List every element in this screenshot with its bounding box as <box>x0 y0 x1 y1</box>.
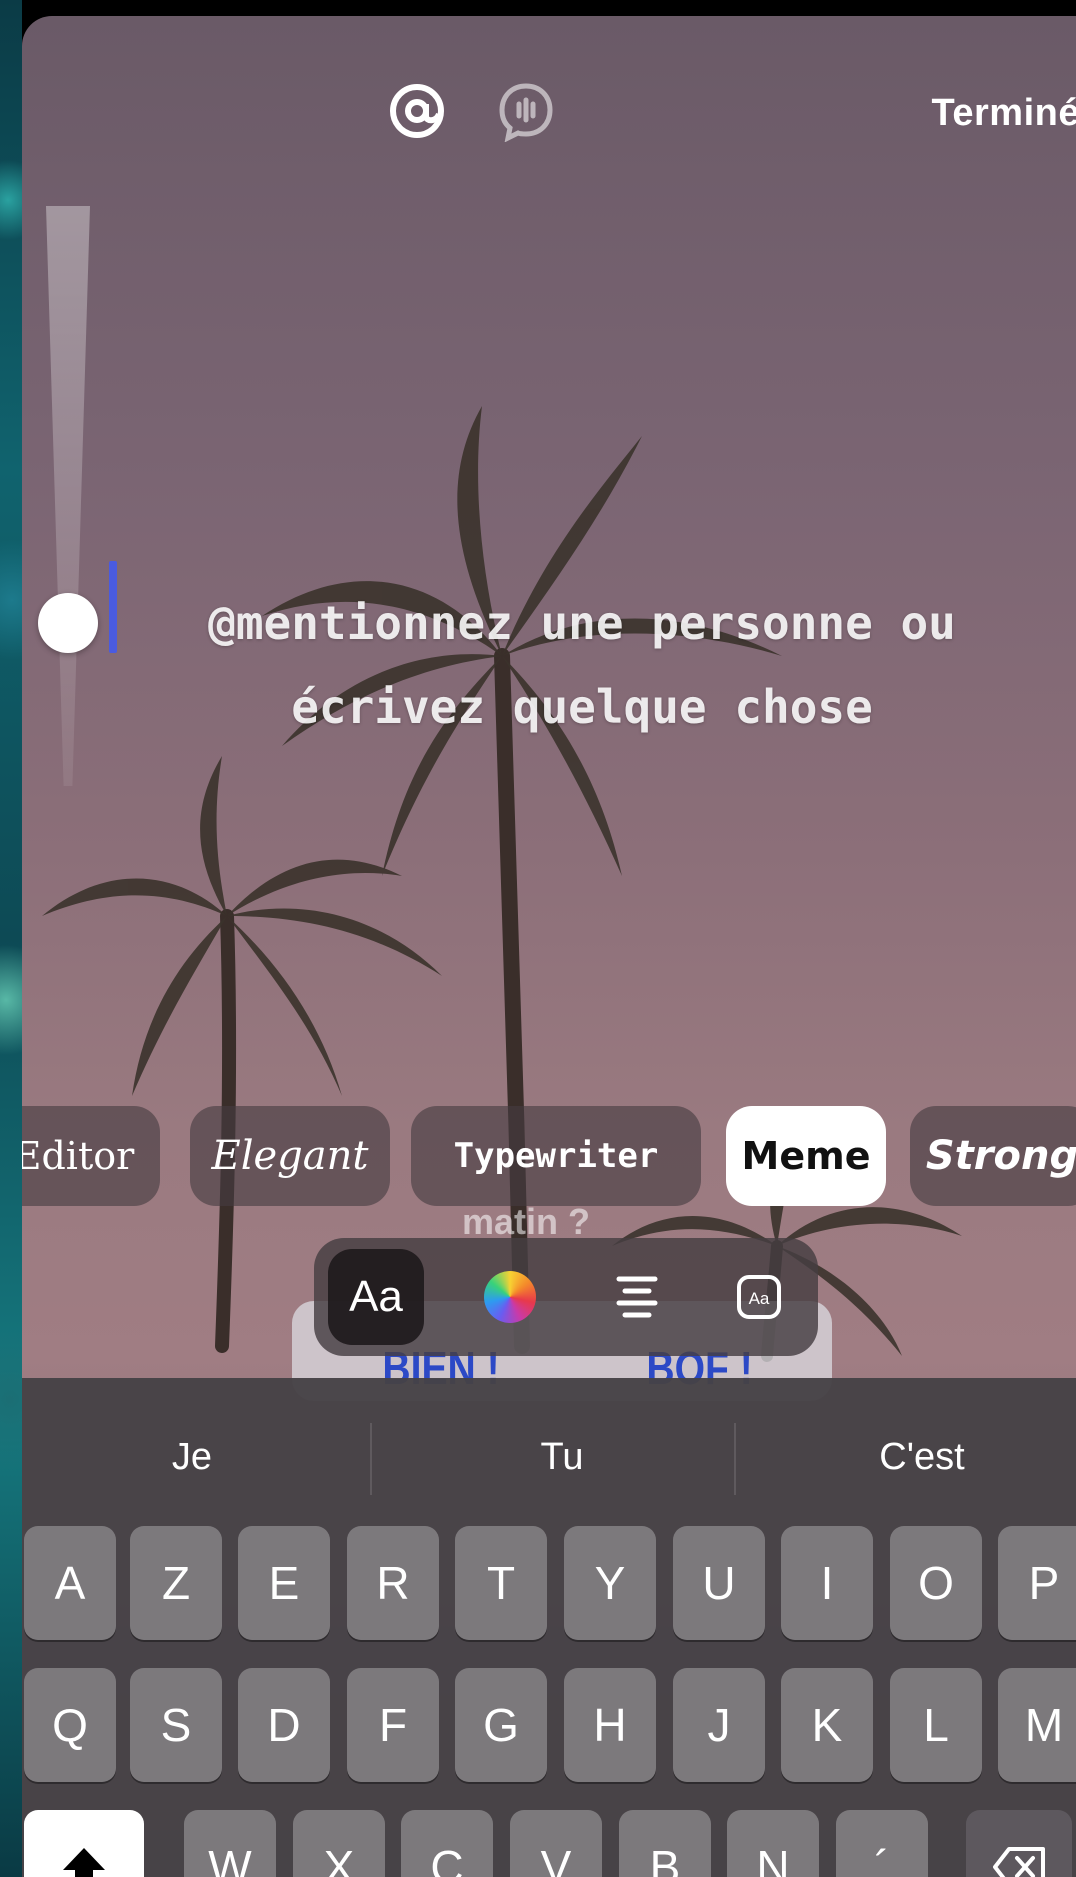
placeholder-line-1: @mentionnez une personne ou <box>208 596 956 650</box>
key-x[interactable]: X <box>293 1810 385 1877</box>
key-m[interactable]: M <box>998 1668 1076 1782</box>
suggestion-divider <box>370 1423 372 1495</box>
delete-key[interactable] <box>966 1810 1072 1877</box>
caption-text-input[interactable]: @mentionnez une personne ou écrivez quel… <box>122 581 1042 749</box>
suggestion-1[interactable]: Je <box>42 1436 342 1479</box>
key-j[interactable]: J <box>673 1668 765 1782</box>
key-g[interactable]: G <box>455 1668 547 1782</box>
font-style-typewriter[interactable]: Typewriter <box>411 1106 701 1206</box>
font-style-strong[interactable]: Strong <box>910 1106 1076 1206</box>
suggestion-3[interactable]: C'est <box>772 1436 1072 1479</box>
audio-bubble-icon <box>499 83 553 142</box>
audio-button[interactable] <box>491 76 561 146</box>
done-button[interactable]: Terminé <box>931 92 1076 135</box>
key-e[interactable]: E <box>238 1526 330 1640</box>
key-p[interactable]: P <box>998 1526 1076 1640</box>
key-a[interactable]: A <box>24 1526 116 1640</box>
key-o[interactable]: O <box>890 1526 982 1640</box>
text-size-slider-knob[interactable] <box>38 593 98 653</box>
shift-arrow-icon <box>63 1848 105 1877</box>
key-z[interactable]: Z <box>130 1526 222 1640</box>
shift-key[interactable] <box>24 1810 144 1877</box>
story-editor-screen: Terminé @mentionnez une personne ou écri… <box>22 16 1076 1877</box>
key-v[interactable]: V <box>510 1810 602 1877</box>
mention-button[interactable] <box>382 76 452 146</box>
key-q[interactable]: Q <box>24 1668 116 1782</box>
text-format-toolbar: Aa Aa <box>314 1238 818 1356</box>
text-cursor <box>109 561 117 653</box>
text-background-icon: Aa <box>737 1275 781 1319</box>
poll-question-text: matin ? <box>462 1201 591 1242</box>
key-n[interactable]: N <box>727 1810 819 1877</box>
align-center-icon <box>616 1276 658 1318</box>
key-b[interactable]: B <box>619 1810 711 1877</box>
keyboard: Je Tu C'est A Z E R T Y U I O P Q S D F … <box>22 1378 1076 1877</box>
key-accent[interactable]: ´ <box>836 1810 928 1877</box>
suggestion-2[interactable]: Tu <box>412 1436 712 1479</box>
key-c[interactable]: C <box>401 1810 493 1877</box>
key-i[interactable]: I <box>781 1526 873 1640</box>
at-sign-icon <box>390 84 444 138</box>
key-r[interactable]: R <box>347 1526 439 1640</box>
key-d[interactable]: D <box>238 1668 330 1782</box>
key-s[interactable]: S <box>130 1668 222 1782</box>
key-k[interactable]: K <box>781 1668 873 1782</box>
svg-text:Aa: Aa <box>749 1289 770 1308</box>
key-t[interactable]: T <box>455 1526 547 1640</box>
color-wheel-icon <box>484 1271 536 1323</box>
key-y[interactable]: Y <box>564 1526 656 1640</box>
text-align-button[interactable] <box>589 1249 685 1345</box>
suggestion-divider <box>734 1423 736 1495</box>
font-style-meme[interactable]: Meme <box>726 1106 886 1206</box>
key-l[interactable]: L <box>890 1668 982 1782</box>
font-style-editor[interactable]: Editor <box>22 1106 160 1206</box>
key-w[interactable]: W <box>184 1810 276 1877</box>
key-u[interactable]: U <box>673 1526 765 1640</box>
font-style-elegant[interactable]: Elegant <box>190 1106 390 1206</box>
background-app-strip <box>0 0 22 1877</box>
text-background-button[interactable]: Aa <box>711 1249 807 1345</box>
key-f[interactable]: F <box>347 1668 439 1782</box>
text-color-button[interactable] <box>462 1249 558 1345</box>
font-style-toggle-button[interactable]: Aa <box>328 1249 424 1345</box>
key-h[interactable]: H <box>564 1668 656 1782</box>
backspace-icon <box>993 1847 1045 1877</box>
placeholder-line-2: écrivez quelque chose <box>291 680 873 734</box>
